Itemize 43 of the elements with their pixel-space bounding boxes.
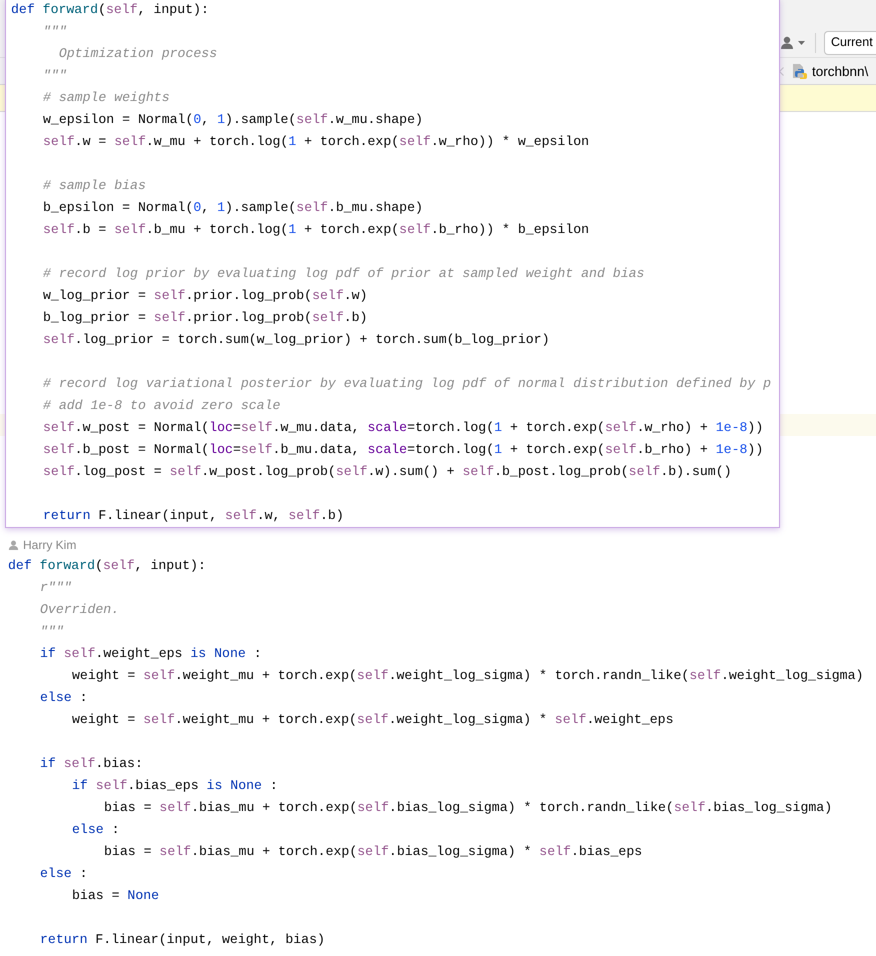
code-line: Overriden. [40, 601, 120, 619]
code-line: bias = None [72, 887, 160, 905]
code-line: # record log variational posterior by evaluating log pdf of normal distribution defined by p [43, 375, 772, 393]
python-file-icon [792, 63, 808, 79]
code-line: Optimization process [58, 45, 218, 63]
author-annotation: Harry Kim [23, 538, 76, 552]
code-line: self.b_post = Normal(loc=self.b_mu.data, scale=torch.log(1 + torch.exp(self.b_rho) + 1e-8)) [43, 441, 764, 459]
code-line: w_epsilon = Normal(0, 1).sample(self.w_mu.shape) [43, 111, 423, 129]
code-line: def forward(self, input): [11, 1, 209, 19]
code-line: self.w = self.w_mu + torch.log(1 + torch.exp(self.w_rho)) * w_epsilon [43, 133, 590, 151]
code-line: else : [40, 865, 88, 883]
person-icon [8, 540, 19, 550]
code-line: def forward(self, input): [8, 557, 206, 575]
code-line: bias = self.bias_mu + torch.exp(self.bias_log_sigma) * torch.randn_like(self.bias_log_sigma) [104, 799, 832, 817]
code-line: # sample bias [43, 177, 146, 195]
code-line: r""" [40, 579, 72, 597]
scope-dropdown[interactable]: Current [824, 30, 876, 54]
code-line: weight = self.weight_mu + torch.exp(self.weight_log_sigma) * self.weight_eps [72, 711, 674, 729]
code-line: if self.bias: [40, 755, 143, 773]
code-line: """ [43, 23, 67, 41]
code-line: return F.linear(input, self.w, self.b) [43, 507, 344, 525]
code-line: self.b = self.b_mu + torch.log(1 + torch.exp(self.b_rho)) * b_epsilon [43, 221, 590, 239]
code-line: b_log_prior = self.prior.log_prob(self.b) [43, 309, 368, 327]
code-line: """ [43, 67, 67, 85]
code-line: # add 1e-8 to avoid zero scale [43, 397, 280, 415]
code-line: w_log_prior = self.prior.log_prob(self.w) [43, 287, 368, 305]
code-line: # record log prior by evaluating log pdf of prior at sampled weight and bias [43, 265, 644, 283]
code-line: if self.weight_eps is None : [40, 645, 262, 663]
caret-icon [798, 40, 805, 44]
code-line: b_epsilon = Normal(0, 1).sample(self.b_mu.shape) [43, 199, 423, 217]
code-line: bias = self.bias_mu + torch.exp(self.bias_log_sigma) * self.bias_eps [104, 843, 642, 861]
code-line: # sample weights [43, 89, 170, 107]
code-line: """ [40, 623, 64, 641]
breadcrumb-item[interactable]: torchbnn\ [812, 64, 868, 78]
person-icon [780, 36, 794, 49]
code-line: self.w_post = Normal(loc=self.w_mu.data, scale=torch.log(1 + torch.exp(self.w_rho) + 1e-8)) [43, 419, 764, 437]
code-line: else : [40, 689, 88, 707]
code-line: return F.linear(input, weight, bias) [40, 931, 325, 949]
code-line: else : [72, 821, 120, 839]
code-line: if self.bias_eps is None : [72, 777, 278, 795]
code-line: self.log_prior = torch.sum(w_log_prior) + torch.sum(b_log_prior) [43, 331, 550, 349]
code-line: weight = self.weight_mu + torch.exp(self.weight_log_sigma) * torch.randn_like(self.weight_log_sigma) [72, 667, 864, 685]
code-line: self.log_post = self.w_post.log_prob(self.w).sum() + self.b_post.log_prob(self.b).sum() [43, 463, 732, 481]
